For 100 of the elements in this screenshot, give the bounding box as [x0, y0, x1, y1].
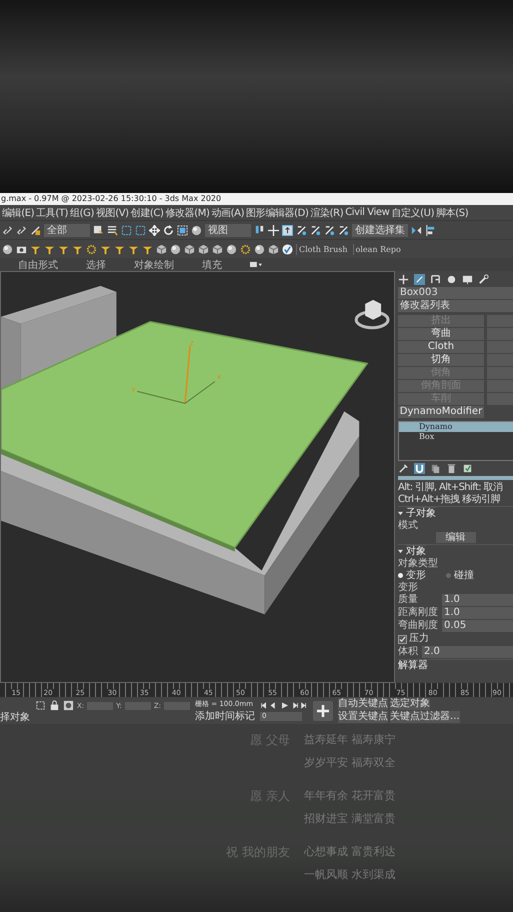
radio-option[interactable]: 变形 [398, 570, 426, 581]
menu-item[interactable]: 自定义(U) [391, 206, 434, 220]
chain-link-icon[interactable] [2, 224, 13, 236]
plus-icon[interactable] [313, 700, 334, 720]
menu-item[interactable]: 动画(A) [211, 206, 244, 220]
menu-item[interactable]: 图形编辑器(D) [246, 206, 308, 220]
selection-rectangle-icon[interactable] [121, 224, 132, 236]
gear-icon[interactable] [240, 244, 251, 254]
key-filters-button[interactable]: 关键点过滤器... [390, 711, 460, 723]
collapse-triangle-icon[interactable] [398, 510, 403, 516]
radio-dot[interactable] [398, 573, 403, 578]
menu-item[interactable]: 脚本(S) [436, 206, 468, 220]
plus-icon[interactable] [398, 274, 409, 285]
viewcube-icon[interactable] [354, 300, 390, 330]
selection-dropdown[interactable]: 选定对象 [390, 698, 430, 710]
dropdown[interactable]: 全部 [44, 224, 90, 236]
move-icon[interactable] [149, 224, 160, 236]
rollout-header[interactable]: 解算器 [398, 659, 513, 671]
menu-item[interactable]: 视图(V) [96, 206, 129, 220]
parameter-field[interactable]: 0.05 [442, 620, 513, 632]
lock-icon[interactable] [49, 700, 60, 711]
sphere-icon[interactable] [191, 224, 202, 236]
set-key-button[interactable]: 设置关键点 [338, 711, 388, 723]
parameter-label: 质量 [398, 594, 419, 606]
modifier-button[interactable]: 弯曲 [398, 328, 484, 340]
auto-key-button[interactable]: 自动关键点 [338, 698, 388, 710]
stack-item[interactable]: Box [399, 432, 513, 442]
modifier-stack[interactable]: Dynamo Box [398, 421, 513, 461]
hierarchy-icon[interactable] [430, 274, 441, 285]
sphere-icon[interactable] [2, 244, 13, 254]
toolbar-button[interactable]: olean Repo [352, 244, 403, 254]
snap-icon[interactable] [296, 224, 307, 236]
modifier-button[interactable]: 切角 [398, 354, 484, 366]
menu-item[interactable]: 修改器(M) [165, 206, 210, 220]
sphere-icon[interactable] [254, 244, 265, 254]
checkbox[interactable] [398, 634, 407, 644]
add-time-tag-button[interactable]: 添加时间标记 [195, 711, 256, 722]
checkmark-icon[interactable] [282, 244, 293, 254]
ribbon-tab[interactable]: 选择 [86, 258, 106, 272]
bind-icon[interactable] [30, 224, 41, 236]
cube-icon[interactable] [268, 244, 279, 254]
monitor-icon[interactable] [462, 274, 473, 285]
rollout-header[interactable]: 子对象 [406, 507, 436, 519]
menu-item[interactable]: 工具(T) [36, 206, 68, 220]
toolbar-button[interactable]: Cloth Brush [296, 244, 350, 254]
menu-item[interactable]: Civil View [345, 207, 390, 218]
align-icon[interactable] [425, 224, 436, 236]
cube-icon[interactable] [198, 244, 209, 254]
ribbon-tab[interactable]: 对象绘制 [134, 258, 174, 272]
cube-icon[interactable] [212, 244, 223, 254]
scale-icon[interactable] [177, 224, 188, 236]
list-icon[interactable] [107, 224, 118, 236]
trash-icon[interactable] [446, 462, 457, 474]
menu-item[interactable]: 创建(C) [130, 206, 164, 220]
selection-rectangle-icon[interactable] [135, 224, 146, 236]
playback-controls-icon[interactable] [260, 700, 308, 710]
rotate-icon[interactable] [163, 224, 174, 236]
sphere-icon[interactable] [226, 244, 237, 254]
radio-option[interactable]: 碰撞 [446, 570, 474, 581]
gear-icon[interactable] [86, 244, 97, 254]
chain-link-icon[interactable] [16, 224, 27, 236]
magnet-icon[interactable] [414, 462, 425, 474]
rollout-header[interactable]: 对象 [406, 545, 426, 557]
wrench-icon[interactable] [478, 274, 489, 285]
checkbox-label: 压力 [409, 633, 429, 645]
cube-icon[interactable] [184, 244, 195, 254]
modifier-button[interactable]: DynamoModifier [398, 406, 484, 418]
snap-icon[interactable] [324, 224, 335, 236]
menu-item[interactable]: 编辑(E) [2, 206, 34, 220]
ribbon-tab[interactable]: 自由形式 [18, 258, 58, 272]
menu-item[interactable]: 组(G) [70, 206, 94, 220]
parameter-field[interactable]: 2.0 [422, 646, 513, 658]
object-name-field[interactable]: Box003 [398, 287, 513, 299]
edit-button[interactable]: 编辑 [436, 532, 476, 543]
sphere-icon[interactable] [170, 244, 181, 254]
transform-mode-icon[interactable] [63, 700, 74, 711]
mirror-icon[interactable] [411, 224, 422, 236]
parameter-field[interactable]: 1.0 [442, 607, 513, 619]
modifier-button[interactable]: Cloth [398, 341, 484, 353]
ribbon-toggle-icon[interactable] [250, 261, 262, 268]
radio-dot[interactable] [446, 573, 451, 578]
modifier-list-dropdown[interactable]: 修改器列表 [398, 300, 513, 312]
dropdown[interactable]: 视图 [205, 224, 251, 236]
snap-icon[interactable] [310, 224, 321, 236]
stack-item[interactable]: Dynamo [399, 422, 513, 432]
collapse-triangle-icon[interactable] [398, 548, 403, 554]
cube-icon[interactable] [156, 244, 167, 254]
circle-icon[interactable] [446, 274, 457, 285]
snap-icon[interactable] [338, 224, 349, 236]
parameter-label: 体积 [398, 646, 419, 658]
copy-icon[interactable] [430, 462, 441, 474]
modify-icon[interactable] [414, 274, 425, 285]
selection-icon[interactable] [35, 700, 46, 711]
dropdown[interactable]: 创建选择集 [352, 224, 408, 236]
cursor-icon[interactable] [93, 224, 104, 236]
menu-item[interactable]: 渲染(R) [310, 206, 344, 220]
crosshair-icon[interactable] [268, 224, 279, 236]
snap-toggle-icon[interactable] [282, 224, 293, 236]
parameter-field[interactable]: 1.0 [442, 594, 513, 606]
ribbon-tab[interactable]: 填充 [202, 258, 222, 272]
